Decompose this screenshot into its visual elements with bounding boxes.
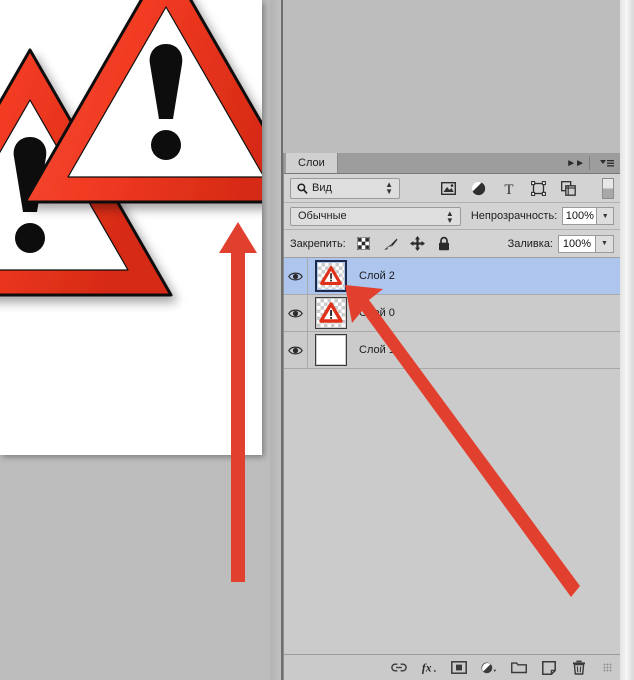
panel-menu-icon[interactable] xyxy=(600,153,614,173)
lock-transparent-pixels-icon[interactable] xyxy=(356,236,371,251)
filter-shape-layers-icon[interactable] xyxy=(530,180,547,197)
image-canvas[interactable] xyxy=(0,0,262,455)
lock-row[interactable]: Закрепить: Заливка: 100% ▼ xyxy=(284,230,620,258)
lock-label: Закрепить: xyxy=(290,237,346,250)
panel-tab-bar[interactable]: Слои ►► xyxy=(284,153,620,174)
filter-smart-object-icon[interactable] xyxy=(560,180,577,197)
layer-thumbnail[interactable] xyxy=(315,334,347,366)
filter-enable-toggle[interactable] xyxy=(602,177,614,199)
magnifier-icon xyxy=(297,182,308,194)
filter-type-layers-icon[interactable]: T xyxy=(500,180,517,197)
layer-thumbnail-border xyxy=(315,260,347,292)
eye-icon xyxy=(288,272,303,280)
add-layer-mask-icon[interactable] xyxy=(451,660,467,676)
opacity-label: Непрозрачность: xyxy=(470,210,558,222)
table-row[interactable]: Слой 0 xyxy=(284,295,620,332)
layer-visibility-toggle[interactable] xyxy=(284,258,308,294)
filter-kind-value: Вид xyxy=(312,182,332,194)
layer-visibility-toggle[interactable] xyxy=(284,295,308,331)
layer-list-empty-area[interactable] xyxy=(284,369,620,654)
blend-mode-row[interactable]: Обычные ▲ ▼ Непрозрачность: 100% ▼ xyxy=(284,203,620,230)
layer-thumbnail[interactable] xyxy=(315,260,347,292)
lock-all-icon[interactable] xyxy=(437,236,452,251)
fill-dropdown-icon[interactable]: ▼ xyxy=(596,234,614,253)
blend-stepper-icon[interactable]: ▲ ▼ xyxy=(446,209,454,224)
layer-name-label[interactable]: Слой 1 xyxy=(359,344,395,356)
fill-input[interactable]: 100% xyxy=(558,234,596,253)
layer-thumbnail-border xyxy=(315,334,347,366)
filter-kind-select[interactable]: Вид ▲ ▼ xyxy=(290,177,400,199)
resize-grip-icon[interactable] xyxy=(603,663,612,672)
link-layers-icon[interactable] xyxy=(391,660,407,676)
new-layer-icon[interactable] xyxy=(541,660,557,676)
svg-text:fx: fx xyxy=(422,663,432,675)
canvas-artwork xyxy=(0,0,262,455)
layer-visibility-toggle[interactable] xyxy=(284,332,308,368)
layer-style-fx-icon[interactable]: fx xyxy=(421,660,437,676)
delete-layer-icon[interactable] xyxy=(571,660,587,676)
table-row[interactable]: Слой 2 xyxy=(284,258,620,295)
lock-position-icon[interactable] xyxy=(409,236,425,251)
document-canvas-area[interactable] xyxy=(0,0,283,680)
eye-icon xyxy=(288,309,303,317)
layer-name-label[interactable]: Слой 2 xyxy=(359,270,395,282)
filter-icon-group[interactable]: T xyxy=(440,180,577,197)
layer-thumbnail-border xyxy=(315,297,347,329)
lock-icon-group[interactable] xyxy=(356,236,452,251)
workspace-right-edge xyxy=(620,0,634,680)
filter-adjustment-layers-icon[interactable] xyxy=(470,180,487,197)
layers-panel[interactable]: Слои ►► Вид ▲ ▼ T Обычные ▲ ▼ Непрозрачн… xyxy=(283,153,620,680)
eye-icon xyxy=(288,346,303,354)
stepper-updown-icon[interactable]: ▲ ▼ xyxy=(385,180,393,195)
layer-list[interactable]: Слой 2 Слой 0 Слой 1 xyxy=(284,258,620,654)
blend-mode-select[interactable]: Обычные ▲ ▼ xyxy=(290,206,461,226)
filter-pixel-layers-icon[interactable] xyxy=(440,180,457,197)
opacity-input[interactable]: 100% xyxy=(562,207,598,225)
blend-mode-value: Обычные xyxy=(298,210,347,222)
table-row[interactable]: Слой 1 xyxy=(284,332,620,369)
opacity-dropdown-icon[interactable]: ▼ xyxy=(597,207,614,225)
layers-panel-toolbar[interactable]: fx xyxy=(284,654,620,680)
layer-thumbnail[interactable] xyxy=(315,297,347,329)
tab-layers[interactable]: Слои xyxy=(286,153,338,173)
new-group-icon[interactable] xyxy=(511,660,527,676)
tab-bar-separator xyxy=(589,156,590,170)
layer-filter-row[interactable]: Вид ▲ ▼ T xyxy=(284,174,620,203)
fill-label: Заливка: xyxy=(507,237,553,250)
lock-image-pixels-icon[interactable] xyxy=(383,236,398,251)
layer-name-label[interactable]: Слой 0 xyxy=(359,307,395,319)
double-chevron-right-icon[interactable]: ►► xyxy=(566,153,585,173)
new-adjustment-layer-icon[interactable] xyxy=(481,660,497,676)
svg-text:T: T xyxy=(504,182,513,196)
